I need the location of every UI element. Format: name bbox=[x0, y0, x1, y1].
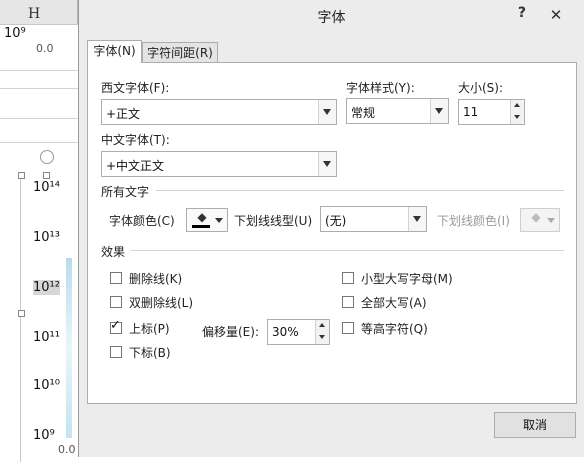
checkmark-icon: ✓ bbox=[110, 318, 121, 333]
all-caps-checkbox[interactable] bbox=[342, 296, 354, 308]
cell-value-secondary[interactable]: 0.0 bbox=[36, 42, 54, 55]
resize-handle[interactable] bbox=[18, 172, 25, 179]
axis-label-selected[interactable]: 10¹² bbox=[33, 280, 60, 295]
section-divider bbox=[156, 190, 564, 191]
rotate-handle-icon[interactable] bbox=[40, 150, 54, 164]
dialog-titlebar[interactable]: 字体 ? ✕ bbox=[79, 0, 584, 32]
font-color-label: 字体颜色(C) bbox=[109, 214, 175, 228]
strikethrough-checkbox[interactable] bbox=[110, 272, 122, 284]
column-header-h[interactable]: H bbox=[28, 6, 40, 22]
offset-stepper[interactable]: 30% bbox=[267, 319, 330, 345]
font-color-button[interactable]: ◆ bbox=[186, 208, 228, 232]
asian-font-value: +中文正文 bbox=[106, 159, 165, 173]
tab-character-spacing[interactable]: 字符间距(R) bbox=[142, 42, 218, 64]
resize-handle[interactable] bbox=[43, 172, 50, 179]
underline-type-label: 下划线线型(U) bbox=[234, 214, 313, 228]
font-style-value: 常规 bbox=[351, 106, 376, 120]
axis-label: 10¹³ bbox=[33, 230, 60, 245]
asian-font-label: 中文字体(T): bbox=[101, 133, 170, 147]
size-stepper[interactable]: 11 bbox=[458, 99, 525, 125]
cancel-button[interactable]: 取消 bbox=[494, 412, 576, 438]
offset-value: 30% bbox=[272, 325, 299, 339]
cell-value[interactable]: 10⁹ bbox=[4, 26, 26, 41]
column-header-bar: H bbox=[0, 0, 80, 25]
close-button[interactable]: ✕ bbox=[536, 3, 576, 27]
western-font-value: +正文 bbox=[106, 107, 141, 121]
tab-panel-font: 西文字体(F): +正文 字体样式(Y): 常规 大小(S): 11 中文字体(… bbox=[87, 62, 577, 404]
chevron-down-icon bbox=[547, 218, 555, 223]
effects-heading: 效果 bbox=[101, 245, 126, 259]
dialog-title: 字体 bbox=[317, 10, 346, 26]
strikethrough-label[interactable]: 删除线(K) bbox=[129, 270, 182, 287]
subscript-checkbox[interactable] bbox=[110, 346, 122, 358]
subscript-label[interactable]: 下标(B) bbox=[129, 344, 171, 361]
chart-area[interactable] bbox=[20, 172, 83, 462]
tab-font[interactable]: 字体(N) bbox=[87, 40, 142, 63]
chevron-down-icon[interactable] bbox=[318, 100, 336, 124]
small-caps-checkbox[interactable] bbox=[342, 272, 354, 284]
font-style-label: 字体样式(Y): bbox=[346, 81, 415, 95]
all-caps-label[interactable]: 全部大写(A) bbox=[361, 294, 427, 311]
font-color-swatch bbox=[192, 225, 210, 228]
paint-bucket-icon: ◆ bbox=[531, 210, 541, 224]
font-dialog: 字体 ? ✕ 字体(N) 字符间距(R) 西文字体(F): +正文 字体样式(Y… bbox=[78, 0, 584, 457]
asian-font-combo[interactable]: +中文正文 bbox=[101, 151, 337, 177]
underline-color-label: 下划线颜色(I) bbox=[437, 214, 510, 228]
axis-label: 10¹⁴ bbox=[33, 180, 60, 195]
row-gridline bbox=[0, 70, 80, 71]
equalize-height-checkbox[interactable] bbox=[342, 322, 354, 334]
chevron-down-icon[interactable] bbox=[318, 152, 336, 176]
bottom-value: 0.0 bbox=[58, 443, 76, 456]
superscript-label[interactable]: 上标(P) bbox=[129, 320, 170, 337]
small-caps-label[interactable]: 小型大写字母(M) bbox=[361, 270, 453, 287]
double-strikethrough-checkbox[interactable] bbox=[110, 296, 122, 308]
offset-label: 偏移量(E): bbox=[202, 325, 259, 339]
equalize-height-label[interactable]: 等高字符(Q) bbox=[361, 320, 428, 337]
all-text-heading: 所有文字 bbox=[101, 185, 150, 199]
size-label: 大小(S): bbox=[458, 81, 504, 95]
paint-bucket-icon: ◆ bbox=[197, 210, 207, 224]
underline-color-button[interactable]: ◆ bbox=[520, 208, 560, 232]
axis-label: 10⁹ bbox=[33, 428, 55, 443]
underline-type-value: (无) bbox=[325, 214, 347, 228]
western-font-label: 西文字体(F): bbox=[101, 81, 170, 95]
double-strikethrough-label[interactable]: 双删除线(L) bbox=[129, 294, 193, 311]
resize-handle[interactable] bbox=[18, 310, 25, 317]
superscript-checkbox[interactable]: ✓ bbox=[110, 318, 122, 334]
chevron-down-icon bbox=[215, 218, 223, 223]
spin-down-icon[interactable] bbox=[315, 332, 329, 344]
spin-down-icon[interactable] bbox=[510, 112, 524, 124]
row-gridline bbox=[0, 118, 80, 119]
row-gridline bbox=[0, 142, 80, 143]
row-gridline bbox=[0, 88, 80, 89]
western-font-combo[interactable]: +正文 bbox=[101, 99, 337, 125]
help-button[interactable]: ? bbox=[518, 5, 526, 21]
axis-label: 10¹¹ bbox=[33, 330, 60, 345]
axis-label: 10¹⁰ bbox=[33, 378, 60, 393]
underline-type-combo[interactable]: (无) bbox=[320, 206, 427, 232]
chevron-down-icon[interactable] bbox=[408, 207, 426, 231]
font-style-combo[interactable]: 常规 bbox=[346, 98, 449, 124]
chart-plot-strip bbox=[66, 258, 72, 438]
section-divider bbox=[131, 250, 564, 251]
size-value: 11 bbox=[463, 105, 479, 119]
chevron-down-icon[interactable] bbox=[430, 99, 448, 123]
